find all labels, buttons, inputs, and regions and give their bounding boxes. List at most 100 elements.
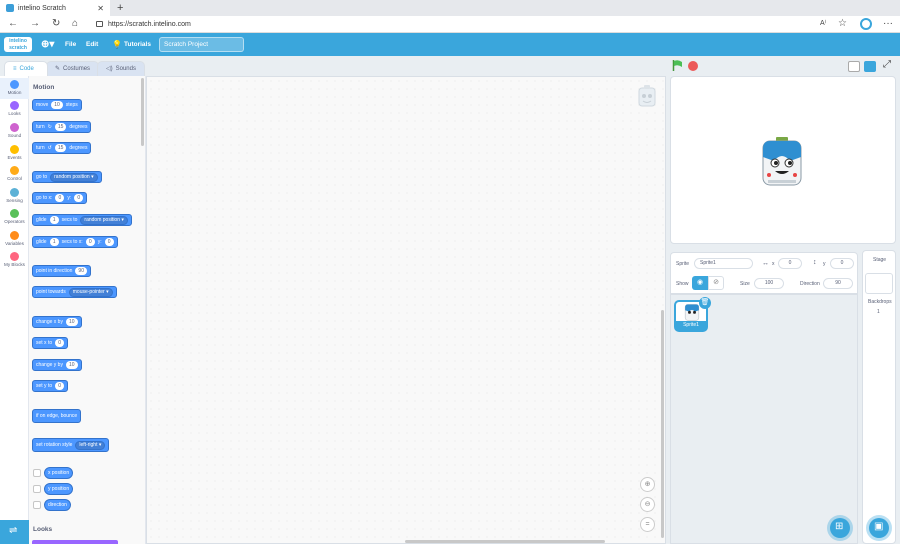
block-go-to[interactable]: go to random position ▾ [32, 171, 102, 183]
block-input[interactable]: 10 [65, 318, 78, 326]
block-input[interactable]: 15 [54, 123, 67, 131]
block-point-towards[interactable]: point towards mouse-pointer ▾ [32, 286, 117, 298]
block-input[interactable]: 10 [65, 361, 78, 369]
block-text: change x by [36, 319, 63, 325]
sprite-name-input[interactable]: Sprite1 [694, 258, 753, 269]
read-aloud-icon[interactable]: A⁾ [820, 17, 826, 31]
zoom-reset-button[interactable]: = [640, 517, 655, 532]
block-rotation-style[interactable]: set rotation style left-right ▾ [32, 438, 110, 452]
profile-icon[interactable] [860, 18, 872, 30]
block-glide-xy[interactable]: glide 1 secs to x: 0 y: 0 [32, 236, 118, 248]
close-tab-icon[interactable]: ✕ [97, 4, 104, 13]
stage-selector-pane[interactable] [862, 250, 896, 544]
block-text: direction [48, 502, 67, 508]
workspace-vertical-scrollbar[interactable] [661, 310, 664, 538]
y-position-checkbox[interactable] [33, 485, 41, 493]
green-flag-icon[interactable] [672, 60, 684, 71]
block-turn-left[interactable]: turn ↺ 15 degrees [32, 142, 92, 154]
tutorials-button[interactable]: Tutorials [124, 33, 151, 56]
back-icon[interactable]: ← [8, 17, 18, 31]
category-sensing[interactable]: Sensing [0, 188, 29, 208]
backdrop-thumbnail[interactable] [865, 273, 893, 294]
block-dropdown[interactable]: mouse-pointer ▾ [68, 287, 113, 297]
category-looks[interactable]: Looks [0, 101, 29, 121]
block-change-x[interactable]: change x by 10 [32, 316, 82, 328]
normal-stage-icon[interactable] [864, 61, 876, 72]
new-tab-icon[interactable]: + [117, 0, 123, 16]
refresh-icon[interactable]: ↻ [52, 17, 60, 31]
block-input[interactable]: 0 [55, 382, 65, 390]
x-input[interactable]: 0 [778, 258, 802, 269]
language-globe-icon[interactable]: ⊕▾ [41, 33, 54, 56]
block-move[interactable]: move 10 steps [32, 99, 82, 111]
block-dropdown[interactable]: random position ▾ [80, 215, 128, 225]
tab-costumes[interactable]: ✎ Costumes [46, 61, 99, 76]
direction-checkbox[interactable] [33, 501, 41, 509]
block-input[interactable]: 15 [54, 144, 67, 152]
category-sound[interactable]: Sound [0, 123, 29, 143]
looks-block-partial[interactable] [32, 540, 118, 544]
category-my-blocks[interactable]: My Blocks [0, 252, 29, 272]
forward-icon[interactable]: → [30, 17, 40, 31]
category-events[interactable]: Events [0, 145, 29, 165]
block-input[interactable]: 0 [85, 238, 95, 246]
y-input[interactable]: 0 [830, 258, 854, 269]
small-stage-icon[interactable] [848, 61, 860, 72]
tab-sounds[interactable]: ◁) Sounds [97, 61, 145, 76]
category-control[interactable]: Control [0, 166, 29, 186]
block-change-y[interactable]: change y by 10 [32, 359, 82, 371]
code-workspace[interactable] [146, 76, 666, 544]
x-position-checkbox[interactable] [33, 469, 41, 477]
workspace-horizontal-scrollbar[interactable] [405, 540, 605, 543]
category-motion[interactable]: Motion [0, 78, 29, 99]
hide-sprite-button[interactable]: ⊘ [708, 276, 724, 290]
zoom-in-button[interactable]: ⊕ [640, 477, 655, 492]
block-dropdown[interactable]: random position ▾ [50, 172, 98, 182]
project-title-input[interactable]: Scratch Project [159, 37, 244, 52]
choose-sprite-button[interactable]: ⊞ [830, 518, 850, 538]
more-icon[interactable]: ··· [883, 17, 893, 31]
reporter-y-position[interactable]: y position [44, 483, 74, 495]
edit-menu[interactable]: Edit [86, 33, 98, 56]
size-input[interactable]: 100 [754, 278, 784, 289]
file-menu[interactable]: File [65, 33, 76, 56]
favorites-icon[interactable]: ☆ [838, 17, 847, 31]
choose-backdrop-button[interactable]: ▣ [869, 518, 889, 538]
block-input[interactable]: 0 [55, 339, 65, 347]
block-input[interactable]: 90 [75, 267, 87, 275]
equals-icon: = [645, 521, 650, 528]
tab-code[interactable]: ≡ Code [4, 61, 48, 76]
block-input[interactable]: 0 [104, 238, 114, 246]
palette-scrollbar[interactable] [141, 78, 144, 146]
reporter-direction[interactable]: direction [44, 499, 71, 511]
block-go-to-xy[interactable]: go to x: 0 y: 0 [32, 192, 88, 204]
url-input[interactable]: https://scratch.intelino.com [94, 18, 824, 31]
block-input[interactable]: 10 [51, 101, 63, 109]
zoom-out-button[interactable]: ⊖ [640, 497, 655, 512]
block-input[interactable]: 0 [55, 194, 65, 202]
fullscreen-icon[interactable]: ⤢ [883, 59, 891, 70]
block-set-x[interactable]: set x to 0 [32, 337, 69, 349]
block-point-in-direction[interactable]: point in direction 90 [32, 265, 91, 277]
add-extension-button[interactable]: ⇌ [0, 520, 29, 544]
block-glide-to[interactable]: glide 1 secs to random position ▾ [32, 214, 132, 226]
reporter-x-position[interactable]: x position [44, 467, 74, 479]
trash-icon: 🗑 [700, 299, 710, 306]
block-turn-right[interactable]: turn ↻ 15 degrees [32, 121, 92, 133]
block-dropdown[interactable]: left-right ▾ [75, 440, 106, 450]
intelino-logo[interactable]: intelino scratch [4, 37, 32, 52]
block-input[interactable]: 1 [49, 216, 59, 224]
stop-icon[interactable] [688, 61, 698, 71]
delete-sprite-button[interactable]: 🗑 [699, 297, 711, 309]
block-input[interactable]: 0 [74, 194, 84, 202]
browser-tab[interactable]: intelino Scratch ✕ [0, 0, 110, 16]
direction-input[interactable]: 90 [823, 278, 853, 289]
home-icon[interactable]: ⌂ [72, 17, 78, 31]
intelino-train-sprite[interactable] [760, 137, 804, 187]
block-set-y[interactable]: set y to 0 [32, 380, 69, 392]
block-bounce[interactable]: if on edge, bounce [32, 409, 82, 423]
block-input[interactable]: 1 [49, 238, 59, 246]
show-sprite-button[interactable]: ◉ [692, 276, 708, 290]
category-operators[interactable]: Operators [0, 209, 29, 229]
category-variables[interactable]: Variables [0, 231, 29, 251]
